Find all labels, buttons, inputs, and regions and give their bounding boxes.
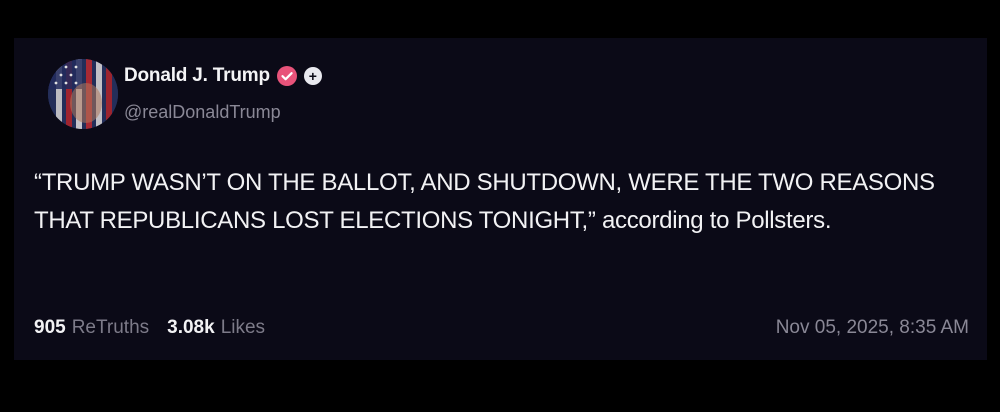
author-name[interactable]: Donald J. Trump <box>124 65 270 87</box>
retruths-label: ReTruths <box>71 317 150 338</box>
screenshot-frame: Donald J. Trump + @realDonaldTrump “TRUM… <box>0 0 1000 412</box>
plus-icon[interactable]: + <box>303 67 322 85</box>
avatar[interactable] <box>48 59 118 129</box>
author-handle[interactable]: @realDonaldTrump <box>124 102 281 123</box>
verified-badge-icon <box>276 65 298 87</box>
post-card[interactable]: Donald J. Trump + @realDonaldTrump “TRUM… <box>14 38 987 360</box>
post-footer: 905 ReTruths 3.08k Likes Nov 05, 2025, 8… <box>34 315 969 341</box>
retruths-stat[interactable]: 905 ReTruths <box>34 317 149 339</box>
likes-stat[interactable]: 3.08k Likes <box>167 317 265 339</box>
author-row: Donald J. Trump + <box>124 62 322 90</box>
likes-label: Likes <box>220 317 266 338</box>
likes-count: 3.08k <box>167 317 215 338</box>
retruths-count: 905 <box>34 317 66 338</box>
post-text: “TRUMP WASN’T ON THE BALLOT, AND SHUTDOW… <box>34 169 935 234</box>
avatar-image <box>48 59 118 129</box>
post-timestamp[interactable]: Nov 05, 2025, 8:35 AM <box>776 317 969 339</box>
